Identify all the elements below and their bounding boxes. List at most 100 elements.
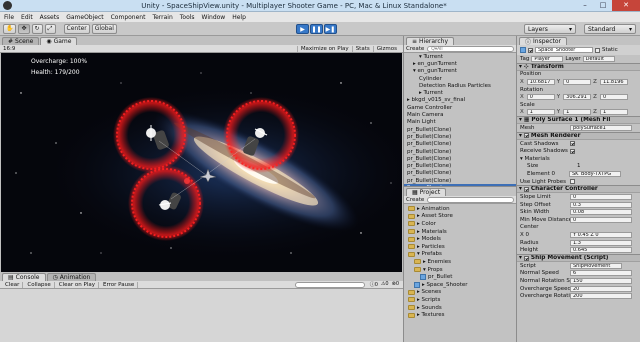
character-controller-enabled-checkbox[interactable]: [523, 186, 529, 192]
clear-button[interactable]: Clear: [2, 281, 24, 288]
project-item[interactable]: ▸ Textures: [408, 311, 516, 319]
project-item[interactable]: ▸ Asset Store: [408, 213, 516, 221]
tab-inspector[interactable]: ⓘ Inspector: [519, 37, 568, 46]
project-item[interactable]: ▸ Color: [408, 220, 516, 228]
tab-hierarchy[interactable]: ≡ Hierarchy: [406, 37, 455, 45]
object-name-field[interactable]: Space_Shooter: [535, 47, 593, 53]
project-item[interactable]: ▸ Scripts: [408, 296, 516, 304]
scale-z-field[interactable]: 1: [599, 109, 628, 116]
rotate-tool-icon[interactable]: ↻: [31, 23, 43, 34]
minimize-button[interactable]: –: [576, 0, 594, 11]
active-checkbox[interactable]: [528, 47, 533, 53]
aspect-dropdown[interactable]: 16:9: [3, 46, 15, 52]
transform-header[interactable]: ▾ ⊹ Transform: [517, 62, 640, 71]
project-item[interactable]: ▸ Models: [408, 235, 516, 243]
light-probes-checkbox[interactable]: [570, 179, 575, 185]
element-field[interactable]: SK_Body-TXTPG: [569, 170, 621, 177]
mesh-renderer-enabled-checkbox[interactable]: [523, 133, 529, 139]
ship-movement-enabled-checkbox[interactable]: [523, 255, 529, 261]
collapse-button[interactable]: Collapse: [24, 281, 55, 288]
hierarchy-item[interactable]: ▸ Turrent: [404, 89, 516, 96]
tab-console[interactable]: ▤ Console: [2, 273, 46, 281]
rotation-z-field[interactable]: 0: [599, 94, 628, 101]
project-item[interactable]: ▸ Particles: [408, 243, 516, 251]
hierarchy-item[interactable]: pr_Bullet(Clone): [404, 177, 516, 184]
project-item[interactable]: ▸ Materials: [408, 228, 516, 236]
project-item[interactable]: ▸ Animation: [408, 205, 516, 213]
property-value-field[interactable]: 1.3: [570, 239, 632, 246]
error-count-icon[interactable]: ⊗0: [392, 281, 399, 288]
hierarchy-item[interactable]: ▾ Turrent: [404, 53, 516, 60]
property-value-field[interactable]: 6: [570, 270, 632, 277]
pivot-center-toggle[interactable]: Center: [63, 23, 90, 34]
tab-animation[interactable]: ◷ Animation: [46, 273, 97, 281]
property-value-field[interactable]: 0.08: [570, 209, 632, 216]
gizmos-dropdown[interactable]: Gizmos: [372, 45, 400, 52]
mesh-field[interactable]: polySurface1: [570, 124, 632, 131]
cast-shadows-checkbox[interactable]: [570, 141, 575, 147]
mesh-filter-header[interactable]: ▾ ▦ Poly Surface 1 (Mesh Fil: [517, 116, 640, 125]
property-value-field[interactable]: 0: [570, 194, 632, 201]
hierarchy-item[interactable]: ▸ bkgd_v015_sv_final: [404, 97, 516, 104]
position-y-field[interactable]: 0: [563, 78, 592, 85]
hierarchy-item[interactable]: pr_Bullet(Clone): [404, 170, 516, 177]
step-icon[interactable]: ▶❚: [324, 24, 337, 34]
hierarchy-item[interactable]: ▸ en_gunTurrent: [404, 60, 516, 67]
hierarchy-item[interactable]: Main Camera: [404, 111, 516, 118]
materials-row[interactable]: ▾ Materials: [517, 155, 640, 163]
menu-edit[interactable]: Edit: [21, 14, 33, 21]
property-value-field[interactable]: 0.3: [570, 201, 632, 208]
move-tool-icon[interactable]: ✥: [18, 23, 30, 34]
layout-dropdown[interactable]: Standard ▾: [584, 24, 636, 34]
menu-terrain[interactable]: Terrain: [152, 14, 172, 21]
tag-dropdown[interactable]: Player: [531, 55, 564, 62]
rotation-x-field[interactable]: 0: [526, 94, 555, 101]
global-local-toggle[interactable]: Global: [91, 23, 117, 34]
rotation-y-field[interactable]: 306.291: [563, 94, 592, 101]
close-button[interactable]: ✕: [612, 0, 640, 11]
hierarchy-item[interactable]: pr_Bullet(Clone): [404, 148, 516, 155]
hand-tool-icon[interactable]: ✋: [3, 23, 17, 34]
scale-tool-icon[interactable]: ⤢: [44, 23, 56, 34]
mesh-renderer-header[interactable]: ▾ Mesh Renderer: [517, 131, 640, 140]
clear-on-play-button[interactable]: Clear on Play: [56, 281, 99, 288]
property-value-field[interactable]: 0: [570, 216, 632, 223]
project-item[interactable]: ▾ Props: [408, 266, 516, 274]
hierarchy-create-button[interactable]: Create: [406, 46, 424, 52]
position-x-field[interactable]: 10.6817: [526, 78, 555, 85]
maximize-on-play-toggle[interactable]: Maximize on Play: [296, 45, 352, 52]
warning-count-icon[interactable]: ⚠0: [381, 281, 389, 288]
play-icon[interactable]: ▶: [296, 24, 309, 34]
tab-scene[interactable]: # Scene: [2, 37, 40, 45]
project-item[interactable]: ▾ Prefabs: [408, 251, 516, 259]
project-item[interactable]: pr_Bullet: [408, 273, 516, 281]
console-search-input[interactable]: [294, 281, 365, 288]
menu-tools[interactable]: Tools: [180, 14, 195, 21]
menu-gameobject[interactable]: GameObject: [66, 14, 103, 21]
hierarchy-item[interactable]: pr_Bullet(Clone): [404, 155, 516, 162]
project-create-button[interactable]: Create: [406, 197, 424, 203]
hierarchy-item[interactable]: pr_Bullet(Clone): [404, 141, 516, 148]
receive-shadows-checkbox[interactable]: [570, 148, 575, 154]
hierarchy-search-input[interactable]: Q▾All: [427, 45, 514, 52]
property-value-field[interactable]: 200: [570, 293, 632, 300]
hierarchy-item[interactable]: ▾ en_gunTurrent: [404, 68, 516, 75]
property-value-field[interactable]: 20: [570, 285, 632, 292]
layer-dropdown[interactable]: Default: [582, 55, 615, 62]
character-controller-header[interactable]: ▾ Character Controller: [517, 185, 640, 194]
hierarchy-item[interactable]: pr_Bullet(Clone): [404, 162, 516, 169]
project-item[interactable]: ▸ Scenes: [408, 289, 516, 297]
pause-icon[interactable]: ❚❚: [310, 24, 323, 34]
game-viewport[interactable]: Overcharge: 100% Health: 179/200: [1, 53, 402, 272]
size-value[interactable]: 1: [577, 163, 581, 169]
tab-game[interactable]: ◉ Game: [40, 37, 78, 45]
menu-help[interactable]: Help: [232, 14, 246, 21]
log-count-icon[interactable]: ⓘ0: [370, 281, 378, 288]
hierarchy-item[interactable]: pr_Bullet(Clone): [404, 126, 516, 133]
hierarchy-item[interactable]: Game Controller: [404, 104, 516, 111]
layers-dropdown[interactable]: Layers ▾: [524, 24, 576, 34]
property-value-field[interactable]: Y 0.45 Z 0: [570, 232, 632, 239]
ship-movement-header[interactable]: ▾ Ship Movement (Script): [517, 254, 640, 263]
hierarchy-item[interactable]: pr_Bullet(Clone): [404, 133, 516, 140]
scale-x-field[interactable]: 1: [526, 109, 555, 116]
